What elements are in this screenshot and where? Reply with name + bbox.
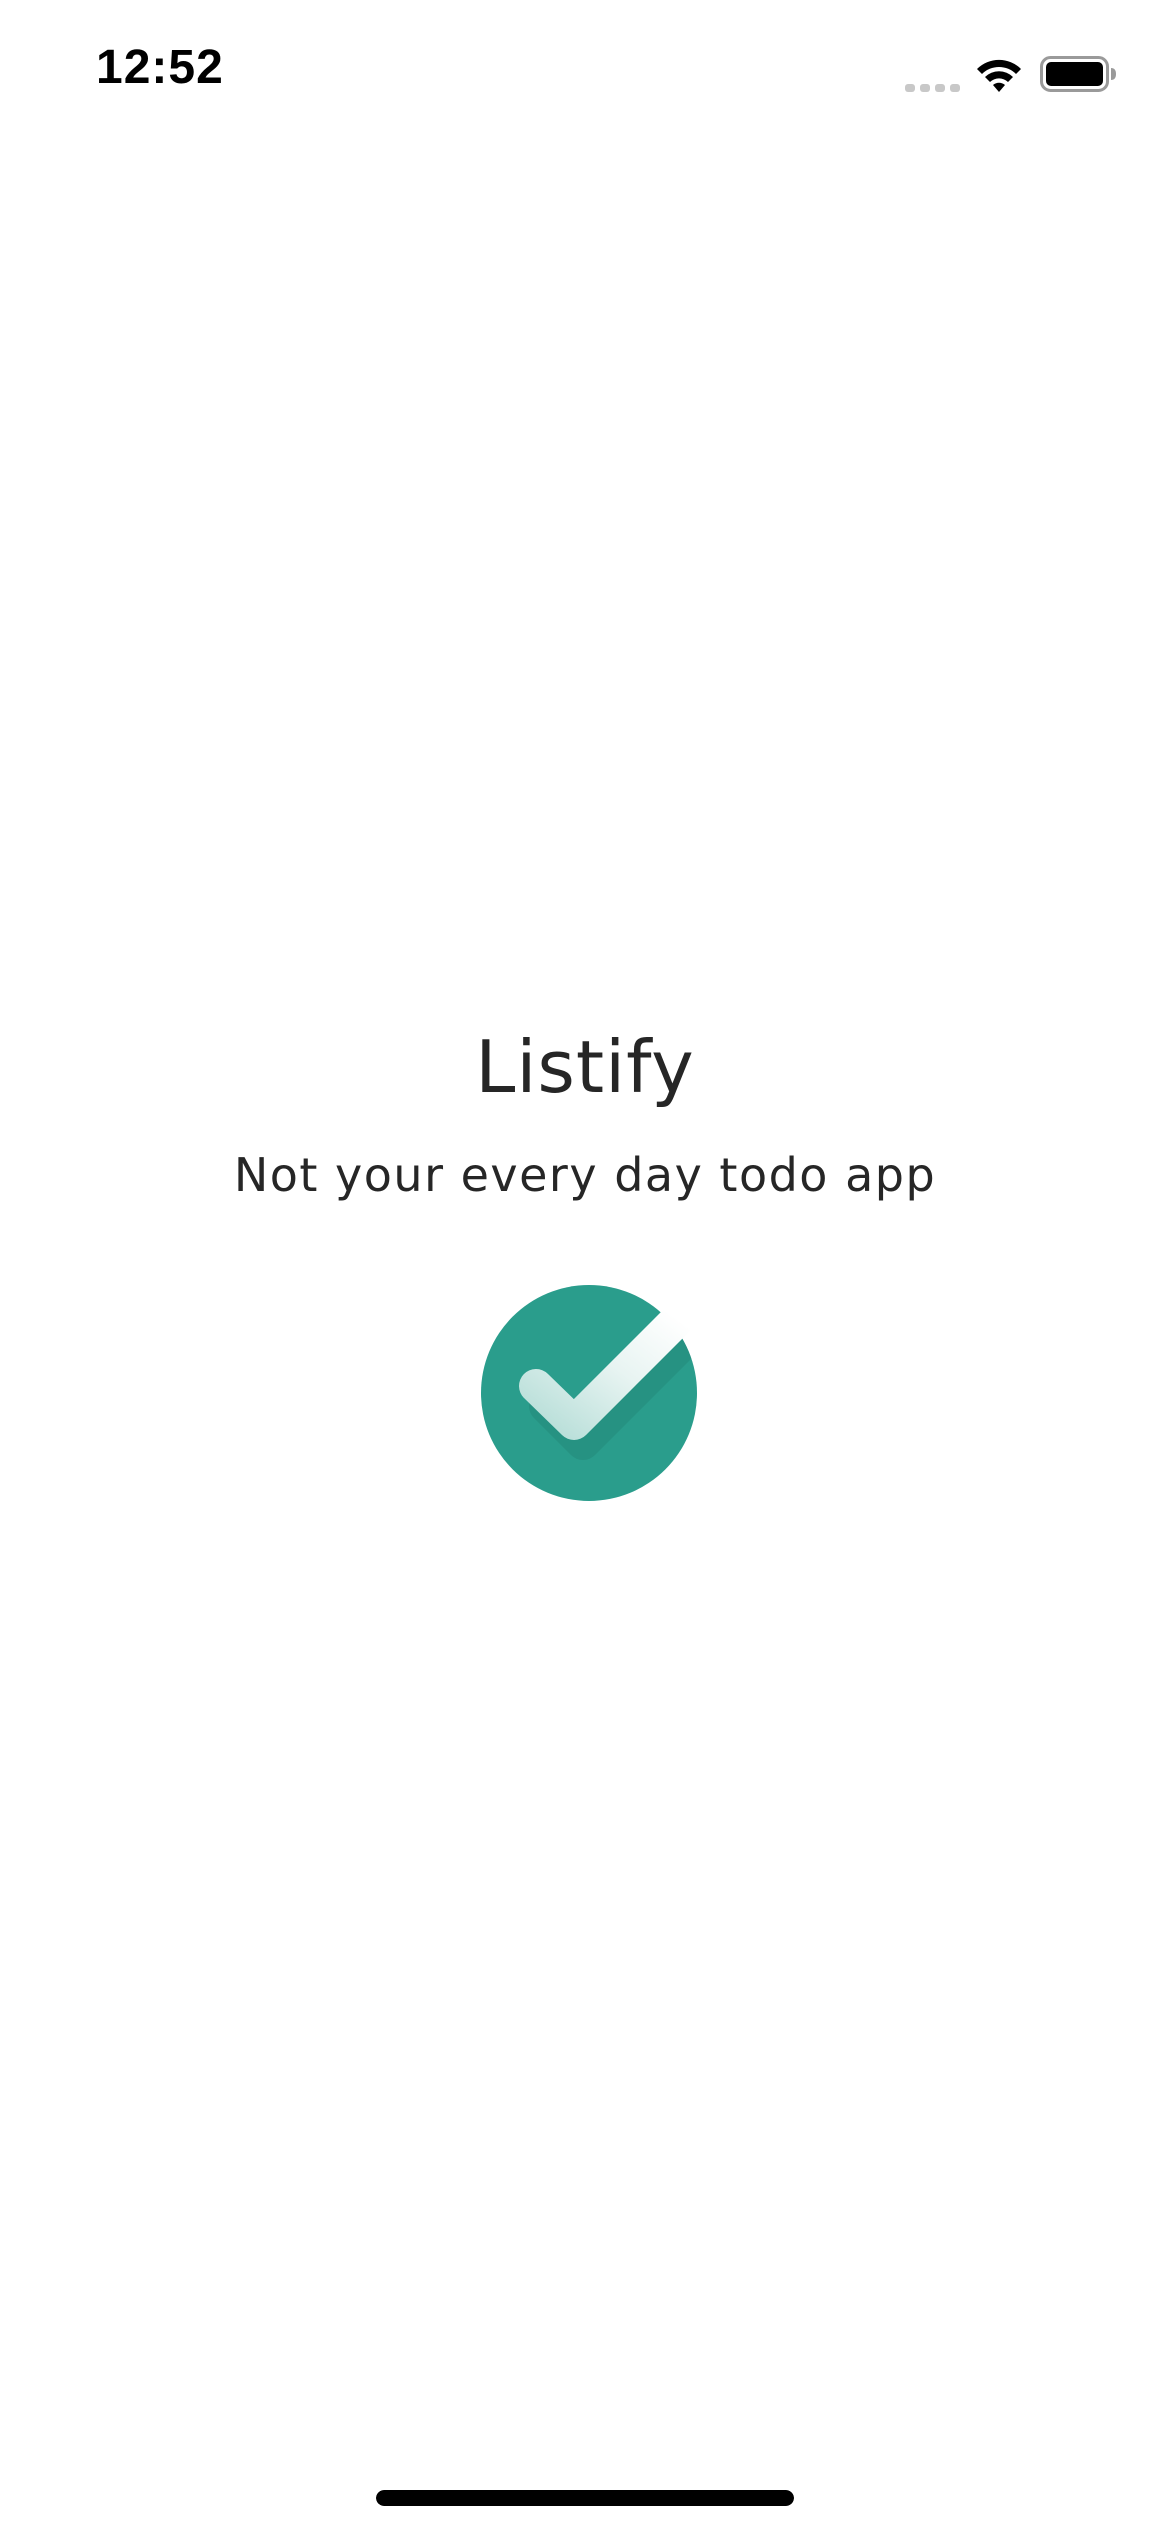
status-bar: 12:52 [0, 0, 1170, 140]
cellular-signal-icon [905, 84, 960, 92]
checkmark-circle-icon [481, 1285, 697, 1501]
wifi-icon [977, 59, 1021, 92]
app-tagline: Not your every day todo app [233, 1148, 937, 1202]
home-indicator[interactable] [376, 2490, 794, 2506]
status-time: 12:52 [96, 41, 224, 94]
app-title: Listify [475, 1025, 695, 1109]
battery-icon [1040, 56, 1116, 92]
